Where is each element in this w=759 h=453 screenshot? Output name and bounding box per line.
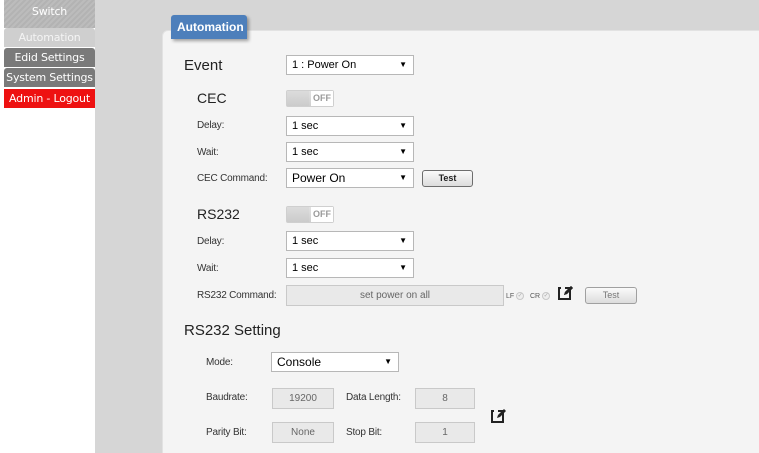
edit-icon[interactable]	[491, 408, 507, 424]
stop-bit-label: Stop Bit:	[346, 427, 382, 438]
cec-delay-label: Delay:	[197, 120, 225, 131]
cec-command-label: CEC Command:	[197, 173, 268, 184]
page-title: Automation	[171, 15, 247, 39]
cec-test-button[interactable]: Test	[422, 170, 473, 187]
rs232-command-label: RS232 Command:	[197, 290, 277, 301]
rs232-test-button[interactable]: Test	[585, 287, 637, 304]
data-length-label: Data Length:	[346, 392, 401, 403]
sidebar-item-system-settings[interactable]: System Settings	[4, 68, 95, 87]
mode-select[interactable]: Console ▼	[271, 352, 399, 372]
chevron-down-icon: ▼	[399, 263, 407, 272]
rs232-wait-value: 1 sec	[292, 262, 319, 274]
lf-checkbox[interactable]: LF ✓	[506, 292, 525, 300]
cec-wait-label: Wait:	[197, 147, 219, 158]
toggle-knob	[287, 207, 309, 222]
check-icon: ✓	[542, 292, 551, 300]
cec-delay-select[interactable]: 1 sec ▼	[286, 116, 414, 136]
sidebar-item-automation[interactable]: Automation	[4, 28, 95, 47]
event-label: Event	[184, 57, 223, 74]
sidebar-item-switch[interactable]: Switch	[4, 0, 95, 28]
check-icon: ✓	[516, 292, 525, 300]
sidebar: Switch Automation Edid Settings System S…	[0, 0, 95, 453]
toggle-knob	[287, 91, 309, 106]
rs232-wait-label: Wait:	[197, 263, 219, 274]
edit-icon[interactable]	[558, 285, 574, 301]
sidebar-item-edid-settings[interactable]: Edid Settings	[4, 48, 95, 67]
event-select-value: 1 : Power On	[292, 59, 357, 71]
rs232-delay-select[interactable]: 1 sec ▼	[286, 231, 414, 251]
rs232-heading: RS232	[197, 206, 240, 222]
sidebar-item-admin-logout[interactable]: Admin - Logout	[4, 89, 95, 108]
cec-toggle[interactable]: OFF	[286, 90, 334, 107]
parity-bit-label: Parity Bit:	[206, 427, 247, 438]
event-select[interactable]: 1 : Power On ▼	[286, 55, 414, 75]
chevron-down-icon: ▼	[399, 147, 407, 156]
parity-bit-field[interactable]: None	[272, 422, 334, 443]
chevron-down-icon: ▼	[399, 121, 407, 130]
rs232-delay-value: 1 sec	[292, 235, 319, 247]
baudrate-field[interactable]: 19200	[272, 388, 334, 409]
cec-delay-value: 1 sec	[292, 120, 319, 132]
cec-wait-select[interactable]: 1 sec ▼	[286, 142, 414, 162]
mode-label: Mode:	[206, 357, 233, 368]
cec-command-value: Power On	[292, 171, 346, 185]
cec-toggle-state: OFF	[311, 91, 333, 106]
cr-checkbox-label: CR	[530, 292, 541, 300]
chevron-down-icon: ▼	[399, 173, 407, 182]
rs232-wait-select[interactable]: 1 sec ▼	[286, 258, 414, 278]
data-length-field[interactable]: 8	[415, 388, 475, 409]
rs232-delay-label: Delay:	[197, 236, 225, 247]
baudrate-label: Baudrate:	[206, 392, 248, 403]
cec-heading: CEC	[197, 90, 227, 106]
cec-wait-value: 1 sec	[292, 146, 319, 158]
cec-command-select[interactable]: Power On ▼	[286, 168, 414, 188]
lf-checkbox-label: LF	[506, 292, 515, 300]
mode-select-value: Console	[277, 355, 322, 369]
cr-checkbox[interactable]: CR ✓	[530, 292, 551, 300]
rs232-toggle-state: OFF	[311, 207, 333, 222]
chevron-down-icon: ▼	[399, 60, 407, 69]
sidebar-item-label: Switch	[31, 5, 68, 18]
rs232-setting-heading: RS232 Setting	[184, 322, 281, 339]
rs232-command-input[interactable]: set power on all	[286, 285, 504, 306]
chevron-down-icon: ▼	[384, 357, 392, 366]
rs232-toggle[interactable]: OFF	[286, 206, 334, 223]
stop-bit-field[interactable]: 1	[415, 422, 475, 443]
chevron-down-icon: ▼	[399, 236, 407, 245]
